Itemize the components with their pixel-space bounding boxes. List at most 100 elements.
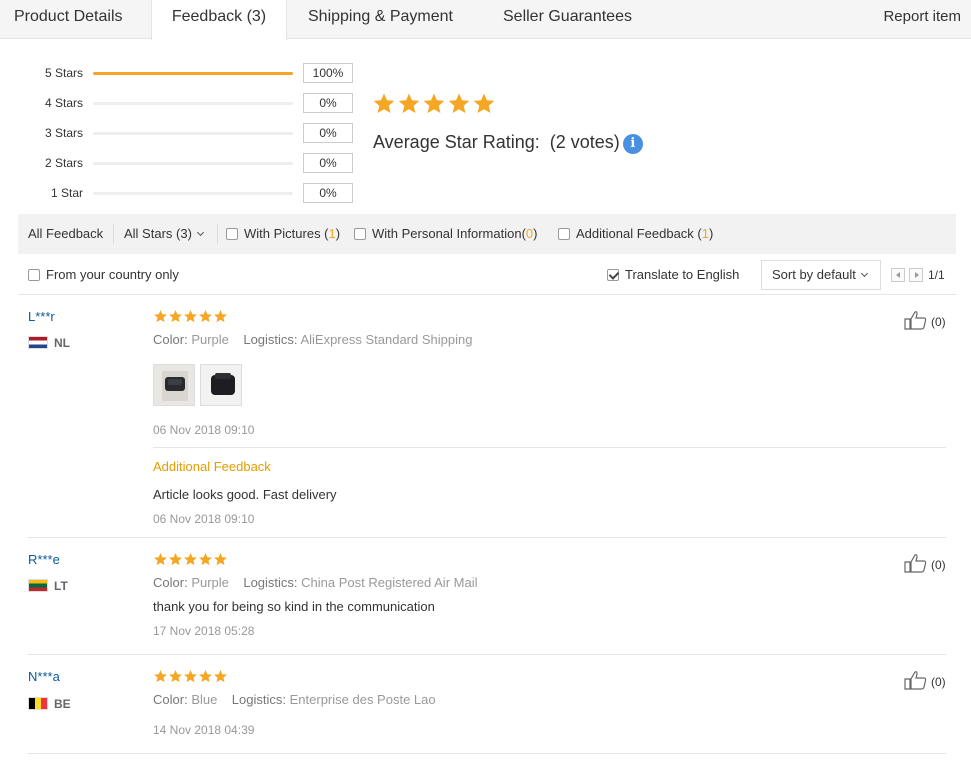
star-icon bbox=[168, 669, 183, 684]
logistics-value: AliExpress Standard Shipping bbox=[300, 332, 473, 347]
filter-with-personal-info[interactable]: With Personal Information(0) bbox=[354, 214, 537, 254]
rating-row-1[interactable]: 1 Star 0% bbox=[0, 183, 360, 203]
review-date: 17 Nov 2018 05:28 bbox=[153, 624, 255, 638]
rating-percent: 0% bbox=[303, 153, 353, 173]
review-stars bbox=[153, 309, 228, 325]
divider bbox=[28, 753, 946, 754]
reviewer-name[interactable]: L***r bbox=[28, 309, 55, 324]
rating-bar bbox=[93, 102, 293, 105]
tab-bar: Product Details Feedback (3) Shipping & … bbox=[0, 0, 971, 40]
review-date: 14 Nov 2018 04:39 bbox=[153, 723, 255, 737]
country-only-checkbox[interactable] bbox=[28, 269, 40, 281]
tab-feedback[interactable]: Feedback (3) bbox=[151, 0, 287, 40]
with-personal-info-label: With Personal Information( bbox=[372, 226, 526, 241]
helpful-button[interactable]: (0) bbox=[904, 670, 946, 692]
review-photo-thumbnail[interactable] bbox=[200, 364, 242, 406]
rating-percent: 0% bbox=[303, 93, 353, 113]
logistics-label: Logistics: bbox=[243, 575, 298, 590]
rating-row-3[interactable]: 3 Stars 0% bbox=[0, 123, 360, 143]
country-only-option[interactable]: From your country only bbox=[28, 265, 179, 285]
country-code: NL bbox=[54, 336, 70, 350]
star-icon bbox=[198, 309, 213, 324]
info-icon[interactable]: i bbox=[622, 134, 643, 154]
logistics-value: China Post Registered Air Mail bbox=[301, 575, 478, 590]
additional-feedback-checkbox[interactable] bbox=[558, 228, 570, 240]
flag-nl-icon bbox=[28, 336, 48, 349]
tab-shipping-payment[interactable]: Shipping & Payment bbox=[308, 0, 453, 39]
average-rating-label: Average Star Rating: bbox=[373, 132, 540, 152]
reviewer-country: NL bbox=[28, 335, 70, 351]
star-icon bbox=[422, 92, 446, 116]
filter-with-pictures[interactable]: With Pictures (1) bbox=[226, 214, 340, 254]
sort-label: Sort by default bbox=[772, 267, 856, 282]
translate-checkbox[interactable] bbox=[607, 269, 619, 281]
additional-feedback-label: Additional Feedback ( bbox=[576, 226, 702, 241]
thumbs-up-icon bbox=[904, 554, 927, 573]
country-code: LT bbox=[54, 579, 68, 593]
average-rating-text: Average Star Rating: (2 votes) i bbox=[373, 130, 643, 154]
filter-additional-feedback[interactable]: Additional Feedback (1) bbox=[558, 214, 713, 254]
reviewer-name[interactable]: N***a bbox=[28, 669, 60, 684]
average-stars bbox=[372, 92, 497, 120]
country-code: BE bbox=[54, 697, 71, 711]
photo-image bbox=[154, 365, 194, 405]
rating-bar bbox=[93, 192, 293, 195]
rating-bar bbox=[93, 72, 293, 75]
flag-be-icon bbox=[28, 697, 48, 710]
review-meta: Color: Purple Logistics: China Post Regi… bbox=[153, 574, 477, 592]
rating-label: 3 Stars bbox=[44, 126, 83, 140]
rating-percent: 100% bbox=[303, 63, 353, 83]
divider bbox=[28, 654, 946, 655]
with-pictures-checkbox[interactable] bbox=[226, 228, 238, 240]
rating-row-2[interactable]: 2 Stars 0% bbox=[0, 153, 360, 173]
tab-product-details[interactable]: Product Details bbox=[14, 0, 123, 39]
with-personal-info-checkbox[interactable] bbox=[354, 228, 366, 240]
additional-feedback-text: Article looks good. Fast delivery bbox=[153, 487, 337, 502]
rating-row-5[interactable]: 5 Stars 100% bbox=[0, 63, 360, 83]
reviewer-name[interactable]: R***e bbox=[28, 552, 60, 567]
color-value: Blue bbox=[191, 692, 218, 707]
helpful-button[interactable]: (0) bbox=[904, 553, 946, 575]
star-icon bbox=[213, 669, 228, 684]
star-icon bbox=[153, 552, 168, 567]
arrow-left-icon bbox=[896, 272, 900, 278]
paren: ) bbox=[335, 226, 341, 241]
photo-image bbox=[201, 365, 241, 405]
filter-all-stars-dropdown[interactable]: All Stars (3) bbox=[124, 214, 204, 254]
helpful-button[interactable]: (0) bbox=[904, 310, 946, 332]
review-photo-thumbnail[interactable] bbox=[153, 364, 195, 406]
reviewer-country: LT bbox=[28, 578, 68, 594]
review-meta: Color: Blue Logistics: Enterprise des Po… bbox=[153, 691, 436, 709]
rating-label: 2 Stars bbox=[44, 156, 83, 170]
thumbs-up-icon bbox=[904, 671, 927, 690]
filter-all-feedback[interactable]: All Feedback bbox=[28, 214, 103, 254]
star-icon bbox=[198, 552, 213, 567]
rating-row-4[interactable]: 4 Stars 0% bbox=[0, 93, 360, 113]
star-icon bbox=[213, 552, 228, 567]
next-page-button[interactable] bbox=[909, 268, 923, 282]
star-icon bbox=[168, 552, 183, 567]
rating-label: 5 Stars bbox=[44, 66, 83, 80]
star-icon bbox=[168, 309, 183, 324]
tab-seller-guarantees[interactable]: Seller Guarantees bbox=[503, 0, 632, 39]
review-stars bbox=[153, 669, 228, 685]
helpful-count: (0) bbox=[931, 315, 946, 329]
country-only-label: From your country only bbox=[46, 267, 179, 282]
translate-label: Translate to English bbox=[625, 267, 740, 282]
prev-page-button[interactable] bbox=[891, 268, 905, 282]
chevron-down-icon bbox=[196, 228, 204, 237]
report-item-link[interactable]: Report item bbox=[883, 0, 961, 33]
logistics-value: Enterprise des Poste Lao bbox=[289, 692, 436, 707]
sort-dropdown[interactable]: Sort by default bbox=[761, 260, 881, 290]
rating-bar-fill bbox=[93, 72, 293, 75]
with-pictures-count: 1 bbox=[328, 226, 336, 241]
color-value: Purple bbox=[191, 575, 229, 590]
divider bbox=[113, 224, 114, 244]
additional-feedback-count: 1 bbox=[701, 226, 709, 241]
divider bbox=[18, 294, 956, 295]
star-icon bbox=[213, 309, 228, 324]
review-meta: Color: Purple Logistics: AliExpress Stan… bbox=[153, 331, 472, 349]
review-date: 06 Nov 2018 09:10 bbox=[153, 423, 255, 437]
translate-option[interactable]: Translate to English bbox=[607, 265, 739, 285]
rating-percent: 0% bbox=[303, 183, 353, 203]
